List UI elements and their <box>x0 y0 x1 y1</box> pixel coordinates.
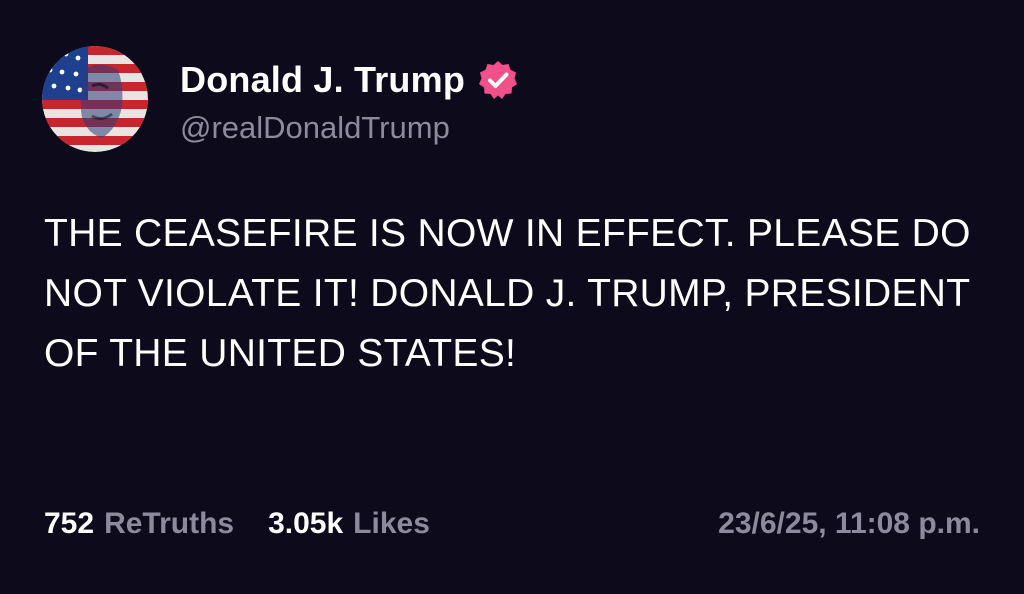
retruths-count: 752 <box>44 507 95 540</box>
avatar[interactable] <box>42 46 148 152</box>
truth-post-card: Donald J. Trump @realDonaldTrump THE CEA… <box>0 0 1024 594</box>
author-name-row: Donald J. Trump <box>180 56 519 104</box>
post-stats: 752 ReTruths 3.05k Likes <box>44 502 464 546</box>
avatar-image <box>42 46 148 152</box>
retruths-stat[interactable]: 752 ReTruths <box>44 507 234 541</box>
likes-label: Likes <box>353 507 430 540</box>
author-display-name[interactable]: Donald J. Trump <box>180 59 465 101</box>
author-handle[interactable]: @realDonaldTrump <box>180 110 450 146</box>
likes-stat[interactable]: 3.05k Likes <box>268 507 430 541</box>
post-body-text: THE CEASEFIRE IS NOW IN EFFECT. PLEASE D… <box>44 212 971 375</box>
post-timestamp: 23/6/25, 11:08 p.m. <box>718 507 980 540</box>
verified-badge-icon <box>477 59 519 101</box>
retruths-label: ReTruths <box>104 507 235 540</box>
likes-count: 3.05k <box>268 507 344 540</box>
